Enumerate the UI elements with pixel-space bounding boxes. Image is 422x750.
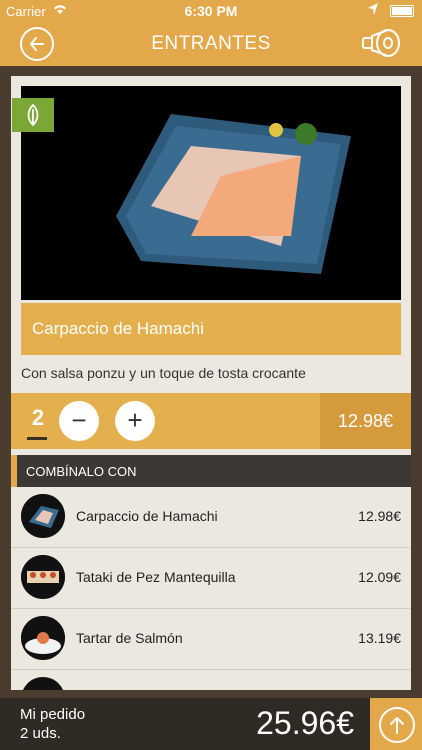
dish-card: Carpaccio de Hamachi Con salsa ponzu y u…: [11, 76, 411, 690]
combo-item-name: Carpaccio de Hamachi: [76, 508, 218, 524]
order-total: 25.96€: [256, 705, 354, 741]
combine-title: COMBÍNALO CON: [26, 464, 137, 479]
dish-name: Carpaccio de Hamachi: [32, 319, 204, 338]
battery-icon: [390, 5, 414, 17]
combo-item-name: Tataki de Pez Mantequilla: [76, 569, 236, 585]
dish-thumbnail: [21, 555, 65, 599]
dish-description: Con salsa ponzu y un toque de tosta croc…: [21, 365, 306, 381]
vegetarian-badge: [12, 98, 54, 132]
increase-quantity-button[interactable]: +: [115, 401, 155, 441]
list-item[interactable]: Tataki de Pez Mantequilla 12.09€: [11, 548, 411, 609]
combo-item-price: 13.19€: [358, 630, 401, 646]
dish-thumbnail: [21, 616, 65, 660]
combine-section-header: COMBÍNALO CON: [11, 455, 411, 487]
navigation-bar: ENTRANTES: [0, 22, 422, 66]
order-footer: Mi pedido 2 uds. 25.96€: [0, 698, 422, 750]
dish-thumbnail: [21, 677, 65, 690]
view-order-button[interactable]: [370, 698, 422, 750]
order-units: 2 uds.: [20, 725, 61, 742]
combo-item-price: 12.09€: [358, 569, 401, 585]
leaf-icon: [27, 103, 39, 127]
quantity-underline: [27, 437, 47, 440]
decrease-quantity-button[interactable]: −: [59, 401, 99, 441]
list-item[interactable]: Tartar de Salmón 13.19€: [11, 609, 411, 670]
combo-item-price: 12.98€: [358, 508, 401, 524]
status-bar: Carrier 6:30 PM: [0, 0, 422, 22]
quantity-selector: 2 − + 12.98€: [11, 393, 411, 449]
arrow-up-icon: [390, 717, 404, 734]
dish-price: 12.98€: [320, 393, 411, 449]
order-label: Mi pedido: [20, 706, 86, 723]
header-accent: [11, 455, 17, 487]
dish-thumbnail: [21, 494, 65, 538]
ham-leg-button[interactable]: [360, 26, 402, 60]
location-arrow-icon: [368, 3, 378, 18]
combo-item-name: Tartar de Salmón: [76, 630, 183, 646]
circle-outline: [379, 707, 415, 743]
list-item[interactable]: [11, 670, 411, 690]
list-item[interactable]: Carpaccio de Hamachi 12.98€: [11, 487, 411, 548]
dish-photo: [21, 86, 401, 300]
status-time: 6:30 PM: [184, 3, 238, 19]
dish-title-bar: Carpaccio de Hamachi: [21, 303, 401, 355]
page-title: ENTRANTES: [151, 33, 271, 54]
ham-leg-icon: [362, 29, 400, 57]
quantity-value: 2: [31, 405, 45, 430]
